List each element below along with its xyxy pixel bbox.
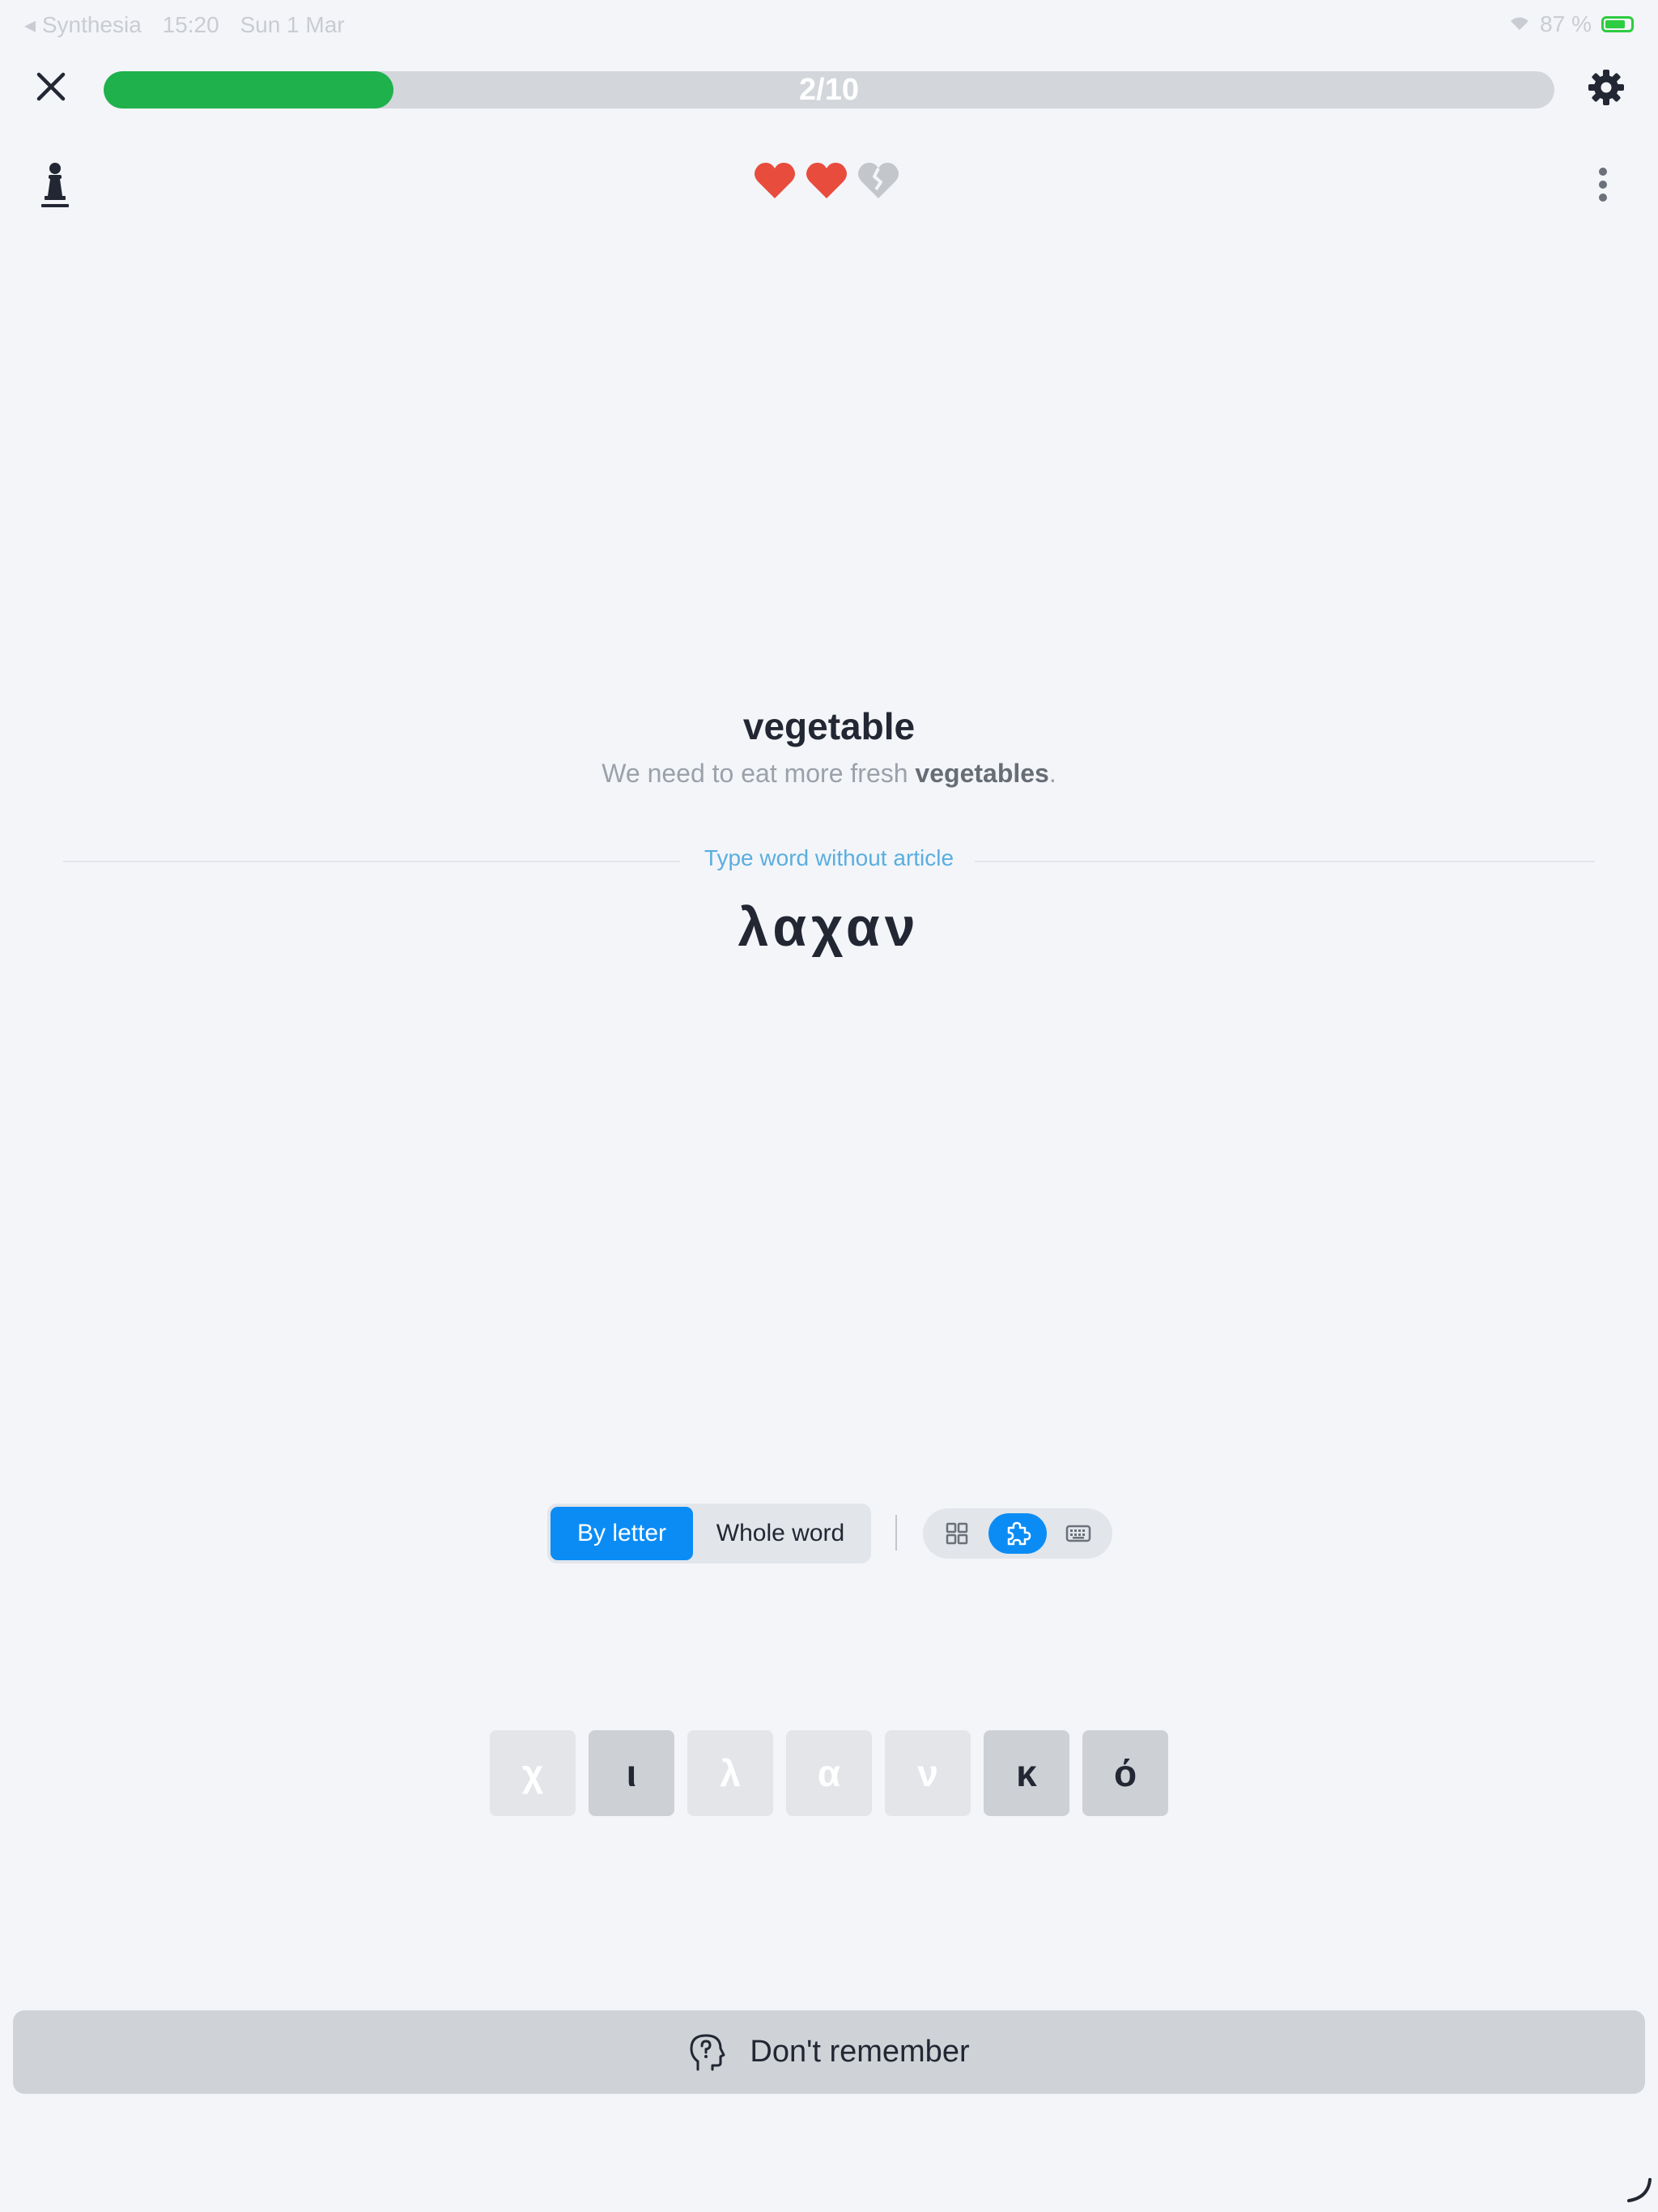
corner-indicator (1626, 2176, 1653, 2204)
settings-button[interactable] (1584, 65, 1629, 110)
close-button[interactable] (28, 63, 74, 110)
toolbar-divider (895, 1515, 897, 1551)
dont-remember-button[interactable]: Don't remember (13, 2010, 1645, 2094)
more-vertical-icon (1599, 168, 1607, 202)
dont-remember-label: Don't remember (750, 2035, 970, 2069)
letter-tile: λ (687, 1730, 773, 1816)
example-sentence: We need to eat more fresh vegetables. (0, 759, 1658, 789)
heart-full-icon (805, 160, 848, 201)
letter-tile: α (786, 1730, 872, 1816)
sentence-end: . (1048, 759, 1056, 788)
wifi-icon (1509, 11, 1530, 37)
letter-tile[interactable]: ό (1082, 1730, 1168, 1816)
keyboard-icon (1065, 1525, 1091, 1542)
pawn-icon[interactable] (37, 160, 73, 209)
battery-icon (1601, 16, 1634, 32)
status-bar: ◂ Synthesia 15:20 Sun 1 Mar 87 % (0, 0, 1658, 52)
head-question-icon (690, 2034, 725, 2070)
answer-field[interactable]: λαχαν (0, 895, 1658, 959)
target-word: vegetable (742, 705, 916, 747)
letter-tiles: χιλανκό (490, 1730, 1168, 1816)
letter-tile: χ (490, 1730, 576, 1816)
grid-mode-button[interactable] (928, 1513, 986, 1554)
mode-switch: By letter Whole word (547, 1504, 871, 1563)
keyboard-mode-button[interactable] (1049, 1513, 1107, 1554)
input-hint: Type word without article (704, 845, 954, 870)
heart-broken-icon (857, 160, 900, 201)
heart-full-icon (753, 160, 797, 201)
puzzle-icon (1007, 1521, 1031, 1546)
status-left: ◂ Synthesia 15:20 Sun 1 Mar (24, 11, 359, 38)
puzzle-mode-button[interactable] (988, 1513, 1047, 1554)
lives-indicator (753, 160, 900, 201)
lesson-progress-bar: 2/10 (104, 71, 1554, 108)
close-icon (36, 72, 66, 101)
input-method-switch (923, 1508, 1112, 1559)
by-letter-button[interactable]: By letter (551, 1507, 693, 1560)
status-date: Sun 1 Mar (240, 12, 345, 37)
grid-icon (946, 1522, 968, 1545)
progress-label: 2/10 (799, 73, 859, 107)
sentence-start: We need to eat more fresh (602, 759, 916, 788)
battery-percent: 87 % (1540, 11, 1592, 36)
gear-icon (1588, 70, 1624, 105)
back-to-app[interactable]: ◂ Synthesia (24, 12, 142, 37)
whole-word-button[interactable]: Whole word (693, 1507, 868, 1560)
status-time: 15:20 (162, 12, 219, 37)
letter-tile[interactable]: ι (589, 1730, 674, 1816)
status-right: 87 % (1509, 11, 1634, 37)
letter-tile: ν (885, 1730, 971, 1816)
more-options-button[interactable] (1588, 165, 1618, 204)
letter-tile[interactable]: κ (984, 1730, 1069, 1816)
sentence-highlight: vegetables (915, 759, 1049, 788)
